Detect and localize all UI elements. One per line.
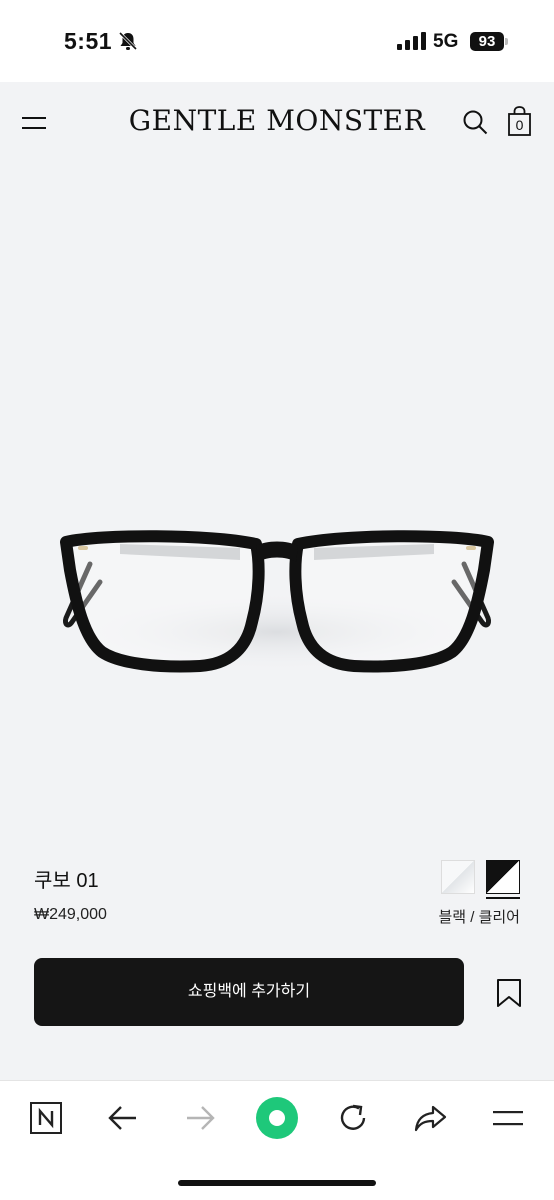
back-arrow-icon[interactable] (106, 1101, 140, 1135)
forward-arrow-icon[interactable] (183, 1101, 217, 1135)
green-dot-home-icon[interactable] (255, 1096, 299, 1140)
product-image-area[interactable] (0, 162, 554, 988)
product-info: 쿠보 01 ₩249,000 블랙 / 클리어 쇼핑백에 추가하기 (0, 850, 554, 1080)
status-time: 5:51 (64, 28, 113, 54)
add-to-bag-button[interactable]: 쇼핑백에 추가하기 (34, 958, 464, 1026)
product-name: 쿠보 01 (34, 870, 99, 892)
reload-icon[interactable] (336, 1101, 370, 1135)
signal-icon (397, 32, 426, 50)
network-type: 5G (433, 31, 459, 52)
product-price: ₩249,000 (34, 906, 107, 923)
hamburger-menu-icon[interactable] (491, 1101, 525, 1135)
site-header: GENTLE MONSTER 0 (0, 82, 554, 162)
bag-count: 0 (515, 117, 524, 133)
status-bar: 5:51 5G 93 (0, 0, 554, 82)
battery-cap (505, 38, 508, 45)
color-label: 블랙 / 클리어 (438, 909, 520, 926)
selected-swatch-indicator (486, 897, 520, 899)
home-indicator (178, 1180, 376, 1186)
bell-slash-icon (118, 31, 138, 51)
eyeglasses-image (60, 530, 494, 673)
color-swatch-black-clear[interactable] (486, 860, 520, 894)
search-icon[interactable] (462, 109, 488, 135)
bookmark-icon[interactable] (496, 978, 522, 1008)
battery-icon: 93 (470, 32, 504, 51)
color-swatch-clear[interactable] (441, 860, 475, 894)
naver-n-icon[interactable] (29, 1101, 63, 1135)
share-icon[interactable] (413, 1101, 447, 1135)
